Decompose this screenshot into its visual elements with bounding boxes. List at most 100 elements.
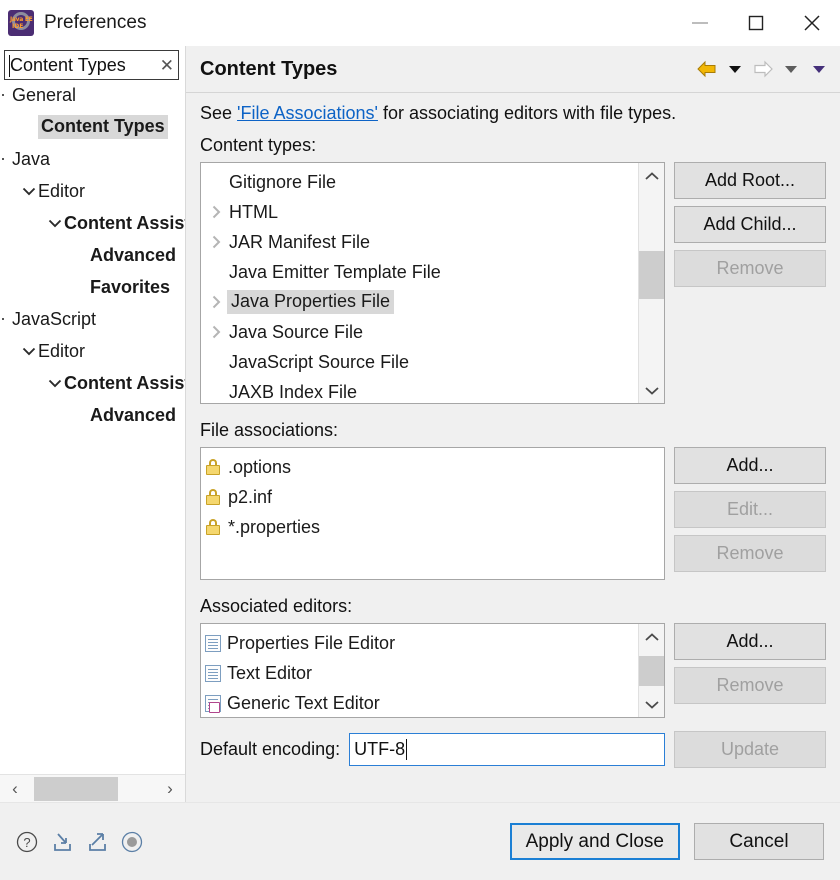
scroll-track[interactable]: [638, 189, 664, 377]
scroll-right-icon[interactable]: ›: [155, 775, 185, 803]
export-icon[interactable]: [84, 829, 110, 855]
eclipse-javaee-ide-icon: Java EE IDE: [8, 10, 34, 36]
sidebar-item-java[interactable]: Java: [0, 146, 50, 172]
list-item[interactable]: Generic Text Editor: [201, 688, 637, 717]
apply-and-close-button[interactable]: Apply and Close: [509, 823, 680, 860]
content-types-scrollbar[interactable]: [638, 163, 664, 403]
sidebar-item-advanced[interactable]: Advanced: [72, 242, 176, 268]
scroll-thumb[interactable]: [638, 656, 664, 686]
sidebar-item-advanced[interactable]: Advanced: [72, 402, 176, 428]
restore-defaults-icon[interactable]: [119, 829, 145, 855]
preference-page: Content Types See 'File Associations' fo…: [186, 46, 840, 802]
chevron-right-icon[interactable]: [205, 295, 227, 309]
scroll-track[interactable]: [30, 775, 155, 803]
chevron-down-icon[interactable]: [20, 182, 38, 200]
list-item[interactable]: *.properties: [201, 512, 664, 542]
description-suffix: for associating editors with file types.: [377, 103, 677, 123]
sidebar-item-javascript[interactable]: JavaScript: [0, 306, 96, 332]
sidebar-item-editor[interactable]: Editor: [20, 338, 85, 364]
content-types-remove-button[interactable]: Remove: [674, 250, 826, 287]
filter-row: Content Types ✕: [0, 46, 185, 82]
list-item[interactable]: Java Source File: [201, 317, 637, 347]
forward-dropdown-icon[interactable]: [778, 54, 804, 84]
chevron-down-icon[interactable]: [46, 214, 64, 232]
list-item[interactable]: JAXB Index File: [201, 377, 637, 403]
sidebar-item-general[interactable]: General: [0, 82, 76, 108]
collapsed-dot-icon[interactable]: [0, 86, 12, 104]
help-icon[interactable]: ?: [14, 829, 40, 855]
list-item[interactable]: Java Emitter Template File: [201, 257, 637, 287]
file-associations-remove-button[interactable]: Remove: [674, 535, 826, 572]
list-item[interactable]: Java Properties File: [201, 287, 637, 317]
back-dropdown-icon[interactable]: [722, 54, 748, 84]
scroll-thumb[interactable]: [34, 776, 118, 801]
scroll-left-icon[interactable]: ‹: [0, 775, 30, 803]
sidebar-item-content-types[interactable]: Content Types: [20, 114, 168, 140]
content-types-list[interactable]: Gitignore File HTML JAR Manifest File Java …: [200, 162, 665, 404]
chevron-right-icon[interactable]: [205, 205, 227, 219]
scroll-track[interactable]: [638, 650, 664, 691]
associated-editors-remove-button[interactable]: Remove: [674, 667, 826, 704]
collapsed-dot-icon[interactable]: [0, 150, 12, 168]
view-menu-dropdown-icon[interactable]: [806, 54, 832, 84]
update-button[interactable]: Update: [674, 731, 826, 768]
list-item[interactable]: Gitignore File: [201, 167, 637, 197]
sidebar-item-content-assist[interactable]: Content Assist: [46, 370, 185, 396]
cancel-button[interactable]: Cancel: [694, 823, 824, 860]
sidebar-item-favorites[interactable]: Favorites: [72, 274, 170, 300]
list-item-label: JAXB Index File: [229, 381, 358, 402]
list-item[interactable]: HTML: [201, 197, 637, 227]
file-associations-list[interactable]: .options p2.inf *.properties: [200, 447, 665, 580]
description-prefix: See: [200, 103, 238, 123]
back-arrow-icon[interactable]: [694, 54, 720, 84]
chevron-down-icon[interactable]: [46, 374, 64, 392]
scroll-thumb[interactable]: [638, 251, 664, 299]
default-encoding-input[interactable]: UTF-8: [349, 733, 665, 766]
minimize-icon[interactable]: [672, 0, 728, 46]
sidebar-item-label: Content Assist: [64, 372, 185, 393]
sidebar-horizontal-scrollbar[interactable]: ‹ ›: [0, 774, 185, 802]
associated-editors-scrollbar[interactable]: [638, 624, 664, 717]
dialog-footer: ? Apply and Close Cancel: [0, 802, 840, 880]
scroll-down-icon[interactable]: [639, 691, 665, 717]
document-icon: [205, 634, 221, 652]
chevron-right-icon[interactable]: [205, 325, 227, 339]
associated-editors-list[interactable]: Properties File Editor Text Editor Generic…: [200, 623, 665, 718]
list-item[interactable]: .options: [201, 452, 664, 482]
scroll-down-icon[interactable]: [639, 377, 665, 403]
list-item-label: JAR Manifest File: [229, 231, 371, 252]
list-item[interactable]: Properties File Editor: [201, 628, 637, 658]
file-associations-edit-button[interactable]: Edit...: [674, 491, 826, 528]
filter-input-value: Content Types: [10, 54, 126, 75]
scroll-up-icon[interactable]: [639, 624, 665, 650]
sidebar-item-label: Java: [12, 148, 51, 169]
collapsed-dot-icon[interactable]: [0, 310, 12, 328]
filter-input[interactable]: Content Types ✕: [4, 50, 179, 80]
maximize-icon[interactable]: [728, 0, 784, 46]
forward-arrow-icon: [750, 54, 776, 84]
associated-editors-add-button[interactable]: Add...: [674, 623, 826, 660]
list-item[interactable]: p2.inf: [201, 482, 664, 512]
default-encoding-label: Default encoding:: [200, 739, 341, 759]
content-types-row: Gitignore File HTML JAR Manifest File Java …: [200, 162, 826, 404]
list-item[interactable]: JavaScript Source File: [201, 347, 637, 377]
content-types-add-root-button[interactable]: Add Root...: [674, 162, 826, 199]
sidebar-item-label: Editor: [38, 180, 86, 201]
file-associations-link[interactable]: 'File Associations': [237, 103, 378, 123]
sidebar-item-editor[interactable]: Editor: [20, 178, 85, 204]
sidebar-item-content-assist[interactable]: Content Assist: [46, 210, 185, 236]
page-title: Content Types: [200, 57, 338, 80]
chevron-down-icon[interactable]: [20, 342, 38, 360]
content-types-label: Content types:: [200, 135, 317, 155]
import-icon[interactable]: [49, 829, 75, 855]
list-item[interactable]: Text Editor: [201, 658, 637, 688]
clear-filter-icon[interactable]: ✕: [157, 57, 174, 74]
content-types-add-child-button[interactable]: Add Child...: [674, 206, 826, 243]
close-icon[interactable]: [784, 0, 840, 46]
preferences-tree[interactable]: General Content Types Java Editor Content As…: [0, 82, 185, 774]
chevron-right-icon[interactable]: [205, 235, 227, 249]
file-associations-label: File associations:: [200, 420, 339, 440]
file-associations-add-button[interactable]: Add...: [674, 447, 826, 484]
list-item[interactable]: JAR Manifest File: [201, 227, 637, 257]
scroll-up-icon[interactable]: [639, 163, 665, 189]
